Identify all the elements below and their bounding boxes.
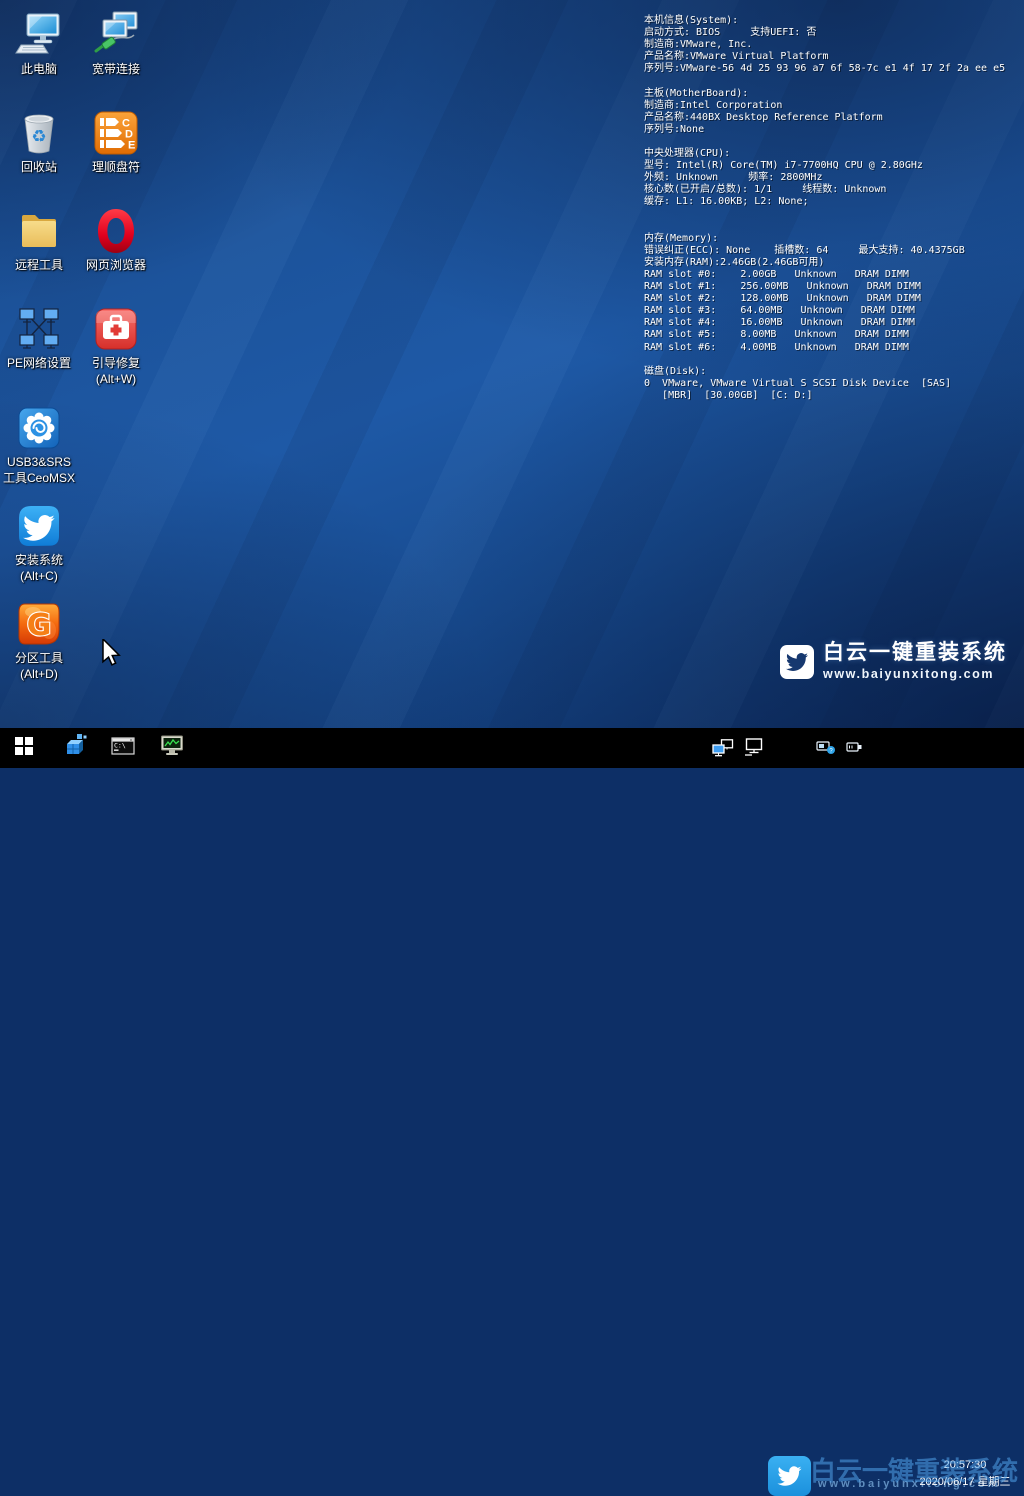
desktop-icon-label: 引导修复(Alt+W) [78,355,154,387]
desktop-icon-drive-letter-tool[interactable]: CDE理顺盘符 [78,108,154,175]
cmd-app-button[interactable]: C:\ [103,728,143,768]
broadband-icon [92,10,140,60]
diskgenius-icon: G [15,599,63,649]
screen: { "desktop": { "icons": [ {"name":"this-… [0,0,1024,768]
opera-icon [92,206,140,256]
desktop-icon-label: USB3&SRS工具CeoMSX [1,454,77,486]
desktop-icon-usb3-srs-tool[interactable]: USB3&SRS工具CeoMSX [1,403,77,486]
clock-date: 2020/06/17 星期三 [909,1474,1021,1491]
registry-app-button[interactable] [55,728,95,768]
desktop-icon-label: 回收站 [1,159,77,175]
desktop-icon-label: 网页浏览器 [78,257,154,273]
svg-text:E: E [128,140,135,152]
network-computers-tray-icon[interactable] [712,739,734,762]
desktop-icon-label: PE网络设置 [1,355,77,371]
brand-text: 白云一键重装系统 www.baiyunxitong.com [823,642,1007,681]
network-icon [15,304,63,354]
desktop-icon-label: 分区工具(Alt+D) [1,650,77,682]
taskbar-clock[interactable]: 20:57:30 2020/06/17 星期三 [909,1457,1021,1491]
start-button[interactable] [4,728,44,768]
task-manager-app-button[interactable] [152,728,192,768]
desktop-icon-partition-tool[interactable]: G 分区工具(Alt+D) [1,599,77,682]
taskbar: C:\ ? 白云一键重装系统 www.baiyunxitong.com 20:5… [0,728,1024,768]
desktop-icon-label: 理顺盘符 [78,159,154,175]
desktop-icon-web-browser[interactable]: 网页浏览器 [78,206,154,273]
desktop-icon-label: 远程工具 [1,257,77,273]
svg-text:♻: ♻ [31,127,46,147]
desktop-icon-this-pc[interactable]: 此电脑 [1,10,77,77]
desktop-icon-label: 安装系统(Alt+C) [1,552,77,584]
usb-tray-icon[interactable] [845,739,863,762]
gear-swirl-icon [15,403,63,453]
mouse-cursor [101,639,121,666]
windows-logo-icon [15,737,33,760]
recycle-bin-icon: ♻ [15,108,63,158]
brand-url: www.baiyunxitong.com [823,667,1007,681]
svg-text:G: G [27,608,52,643]
hardware-tray-icon[interactable]: ? [816,737,836,760]
brand-bird-logo-icon [780,645,814,679]
computer-icon [15,10,63,60]
brand-watermark: 白云一键重装系统 www.baiyunxitong.com [780,642,1007,681]
desktop-icon-sublabel: (Alt+W) [78,371,154,387]
clock-time: 20:57:30 [909,1457,1021,1474]
desktop-icon-label: 此电脑 [1,61,77,77]
system-info-text: 本机信息(System): 启动方式: BIOS 支持UEFI: 否 制造商:V… [644,15,1022,402]
desktop-icon-sublabel: (Alt+D) [1,666,77,682]
desktop-icon-broadband-connection[interactable]: 宽带连接 [78,10,154,77]
registry-icon [63,734,87,763]
ethernet-tray-icon[interactable] [744,738,764,761]
firstaid-icon [92,304,140,354]
brand-title: 白云一键重装系统 [823,642,1007,664]
desktop-icon-label: 宽带连接 [78,61,154,77]
folder-icon [15,206,63,256]
desktop-icon-boot-repair[interactable]: 引导修复(Alt+W) [78,304,154,387]
desktop-icon-remote-tools[interactable]: 远程工具 [1,206,77,273]
desktop-icon-install-system[interactable]: 安装系统(Alt+C) [1,501,77,584]
desktop-icon-pe-network-settings[interactable]: PE网络设置 [1,304,77,371]
desktop-icon-recycle-bin[interactable]: ♻ 回收站 [1,108,77,175]
desktop-icon-sublabel: 工具CeoMSX [1,470,77,486]
taskmgr-icon [160,734,184,763]
desktop-wallpaper: 此电脑宽带连接♻回收站CDE理顺盘符远程工具网页浏览器PE网络设置引导修复(Al… [0,0,1024,728]
svg-text:C:\: C:\ [114,741,126,749]
cmd-icon: C:\ [111,734,135,763]
drive-letters-icon: CDE [92,108,140,158]
desktop-icon-sublabel: (Alt+C) [1,568,77,584]
brand-tray-bird-icon[interactable] [768,1456,811,1496]
bird-icon [15,501,63,551]
